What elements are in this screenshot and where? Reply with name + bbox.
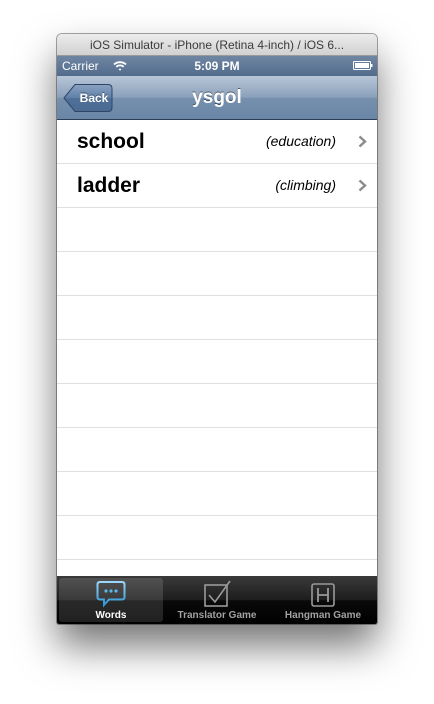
screen: iOS Simulator - iPhone (Retina 4-inch) /… [0,0,434,704]
letter-h-icon [311,583,335,607]
tab-translator-game[interactable]: Translator Game [165,578,269,622]
speech-bubble-icon [96,581,126,608]
chevron-right-icon [358,135,367,148]
tab-label: Words [95,610,127,621]
tab-words[interactable]: Words [59,578,163,622]
checkbox-icon [204,580,231,607]
word-text: ladder [77,174,141,197]
word-list: school (education) ladder (climbing) [57,120,377,576]
tab-bar: Words Translator Game Hangman Game [57,576,377,624]
chevron-right-icon [358,179,367,192]
status-bar: Carrier 5:09 PM [57,56,377,76]
tab-label: Translator Game [177,610,257,621]
word-row[interactable]: school (education) [57,120,377,164]
back-button[interactable]: Back [63,83,113,113]
word-text: school [77,130,145,153]
nav-title: ysgol [192,87,242,108]
window-title: iOS Simulator - iPhone (Retina 4-inch) /… [57,34,377,56]
tab-label: Hangman Game [284,610,362,621]
battery-icon [353,61,373,70]
back-button-label: Back [79,91,109,105]
tab-hangman-game[interactable]: Hangman Game [271,578,375,622]
simulator-window: iOS Simulator - iPhone (Retina 4-inch) /… [57,34,377,624]
status-time: 5:09 PM [194,59,240,73]
navigation-bar: Back ysgol [57,76,377,120]
word-category: (climbing) [275,177,336,193]
word-row[interactable]: ladder (climbing) [57,164,377,208]
word-category: (education) [265,133,336,149]
